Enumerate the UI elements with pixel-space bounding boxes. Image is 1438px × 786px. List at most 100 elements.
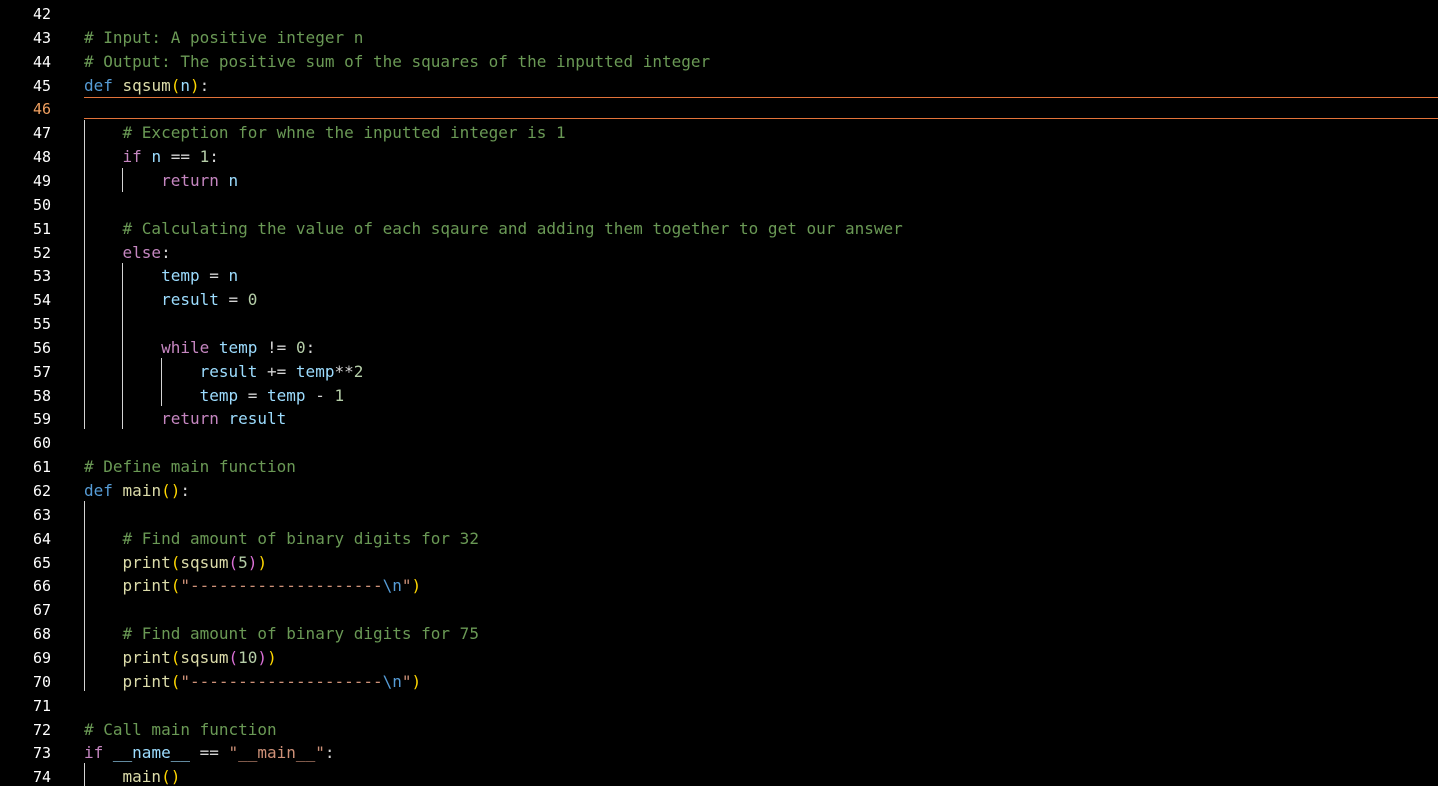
code-line[interactable]: 68 # Find amount of binary digits for 75 <box>0 621 1438 645</box>
line-number: 60 <box>32 434 51 453</box>
code-text[interactable]: # Calculating the value of each sqaure a… <box>84 219 903 239</box>
code-line[interactable]: 48 if n == 1: <box>0 144 1438 168</box>
code-text[interactable]: print(sqsum(10)) <box>84 648 277 668</box>
code-line[interactable]: 46 <box>0 96 1438 120</box>
code-line[interactable]: 50 <box>0 192 1438 216</box>
code-token: temp <box>161 266 200 286</box>
code-line[interactable]: 61 # Define main function <box>0 454 1438 478</box>
code-token: temp <box>267 385 306 405</box>
code-line[interactable]: 55 <box>0 311 1438 335</box>
line-number: 49 <box>32 171 51 190</box>
code-line[interactable]: 64 # Find amount of binary digits for 32 <box>0 526 1438 550</box>
code-token: : <box>209 147 219 167</box>
code-line[interactable]: 59 return result <box>0 406 1438 430</box>
code-text[interactable]: # Exception for whne the inputted intege… <box>84 123 566 143</box>
code-line[interactable]: 60 <box>0 430 1438 454</box>
code-text[interactable]: # Input: A positive integer n <box>84 28 363 48</box>
code-line[interactable]: 44 # Output: The positive sum of the squa… <box>0 49 1438 73</box>
code-text[interactable]: # Find amount of binary digits for 75 <box>84 624 479 644</box>
code-text[interactable]: def main(): <box>84 481 190 501</box>
line-number: 45 <box>32 76 51 95</box>
code-text[interactable]: if n == 1: <box>84 147 219 167</box>
code-line[interactable]: 66 print("--------------------\n") <box>0 573 1438 597</box>
code-text[interactable]: if __name__ == "__main__": <box>84 743 334 763</box>
code-line[interactable]: 74 main() <box>0 764 1438 786</box>
code-text[interactable]: # Output: The positive sum of the square… <box>84 52 710 72</box>
code-line[interactable]: 71 <box>0 693 1438 717</box>
code-line[interactable]: 73 if __name__ == "__main__": <box>0 740 1438 764</box>
code-text[interactable]: result += temp**2 <box>84 362 364 382</box>
code-token: : <box>199 75 210 95</box>
code-token: print <box>122 671 171 691</box>
code-line[interactable]: 65 print(sqsum(5)) <box>0 550 1438 574</box>
code-text[interactable]: # Define main function <box>84 457 296 477</box>
code-text[interactable]: return result <box>84 409 286 429</box>
code-line[interactable]: 42 <box>0 1 1438 25</box>
code-line[interactable]: 49 return n <box>0 168 1438 192</box>
code-token: ( <box>228 647 239 667</box>
code-token: def <box>84 481 113 500</box>
code-token: : <box>324 743 335 763</box>
code-line[interactable]: 72 # Call main function <box>0 717 1438 741</box>
line-number: 66 <box>32 577 51 596</box>
code-line[interactable]: 58 temp = temp - 1 <box>0 383 1438 407</box>
code-token: ) <box>411 671 422 691</box>
code-token: - <box>305 385 335 405</box>
code-token: : <box>161 242 171 262</box>
code-line[interactable]: 53 temp = n <box>0 263 1438 287</box>
indent-guide <box>84 763 85 786</box>
code-token: print <box>122 576 171 596</box>
line-number: 63 <box>32 505 51 524</box>
code-token: print <box>122 552 171 572</box>
indent-guide <box>84 501 85 691</box>
code-line[interactable]: 69 print(sqsum(10)) <box>0 645 1438 669</box>
code-line[interactable]: 51 # Calculating the value of each sqaur… <box>0 216 1438 240</box>
line-number: 44 <box>32 52 51 71</box>
code-token: __name__ <box>112 743 190 763</box>
code-token: ) <box>247 552 258 572</box>
code-text[interactable]: print("--------------------\n") <box>84 671 422 692</box>
code-line[interactable]: 63 <box>0 502 1438 526</box>
code-token: n <box>180 75 190 95</box>
code-text[interactable]: main() <box>84 767 181 786</box>
code-token: ) <box>267 647 277 667</box>
code-line[interactable]: 47 # Exception for whne the inputted int… <box>0 120 1438 144</box>
code-token: ) <box>257 647 268 667</box>
code-line[interactable]: 70 print("--------------------\n") <box>0 669 1438 693</box>
code-token: # Calculating the value of each sqaure a… <box>122 218 903 238</box>
code-line[interactable]: 57 result += temp**2 <box>0 359 1438 383</box>
code-text[interactable]: print("--------------------\n") <box>84 576 422 596</box>
code-line[interactable]: 52 else: <box>0 240 1438 264</box>
code-line[interactable]: 54 result = 0 <box>0 287 1438 311</box>
code-line[interactable]: 45 def sqsum(n): <box>0 73 1438 97</box>
code-line[interactable]: 43 # Input: A positive integer n <box>0 25 1438 49</box>
code-text[interactable]: # Find amount of binary digits for 32 <box>84 529 479 549</box>
code-line[interactable]: 67 <box>0 597 1438 621</box>
code-token: temp <box>199 385 239 405</box>
code-text[interactable]: result = 0 <box>84 290 257 310</box>
line-number: 68 <box>32 625 51 644</box>
code-token: # Find amount of binary digits for 32 <box>122 528 479 548</box>
line-number: 65 <box>32 553 51 572</box>
indent-guide <box>122 168 123 192</box>
code-token: \n <box>382 576 402 596</box>
code-line[interactable]: 62 def main(): <box>0 478 1438 502</box>
code-text[interactable]: while temp != 0: <box>84 338 315 358</box>
code-token: ) <box>170 481 181 500</box>
code-text[interactable]: print(sqsum(5)) <box>84 552 268 573</box>
code-text[interactable]: def sqsum(n): <box>84 76 209 96</box>
code-line[interactable]: 56 while temp != 0: <box>0 335 1438 359</box>
line-number: 52 <box>32 243 51 262</box>
code-token: = <box>238 385 268 405</box>
code-text[interactable]: return n <box>84 171 238 191</box>
code-text[interactable]: temp = temp - 1 <box>84 385 345 406</box>
code-text[interactable]: temp = n <box>84 266 238 286</box>
code-editor[interactable]: 42 43 # Input: A positive integer n 44 # Out… <box>0 0 1438 786</box>
code-text[interactable]: # Call main function <box>84 720 277 740</box>
code-token: if <box>122 147 142 167</box>
code-text[interactable]: else: <box>84 243 171 263</box>
